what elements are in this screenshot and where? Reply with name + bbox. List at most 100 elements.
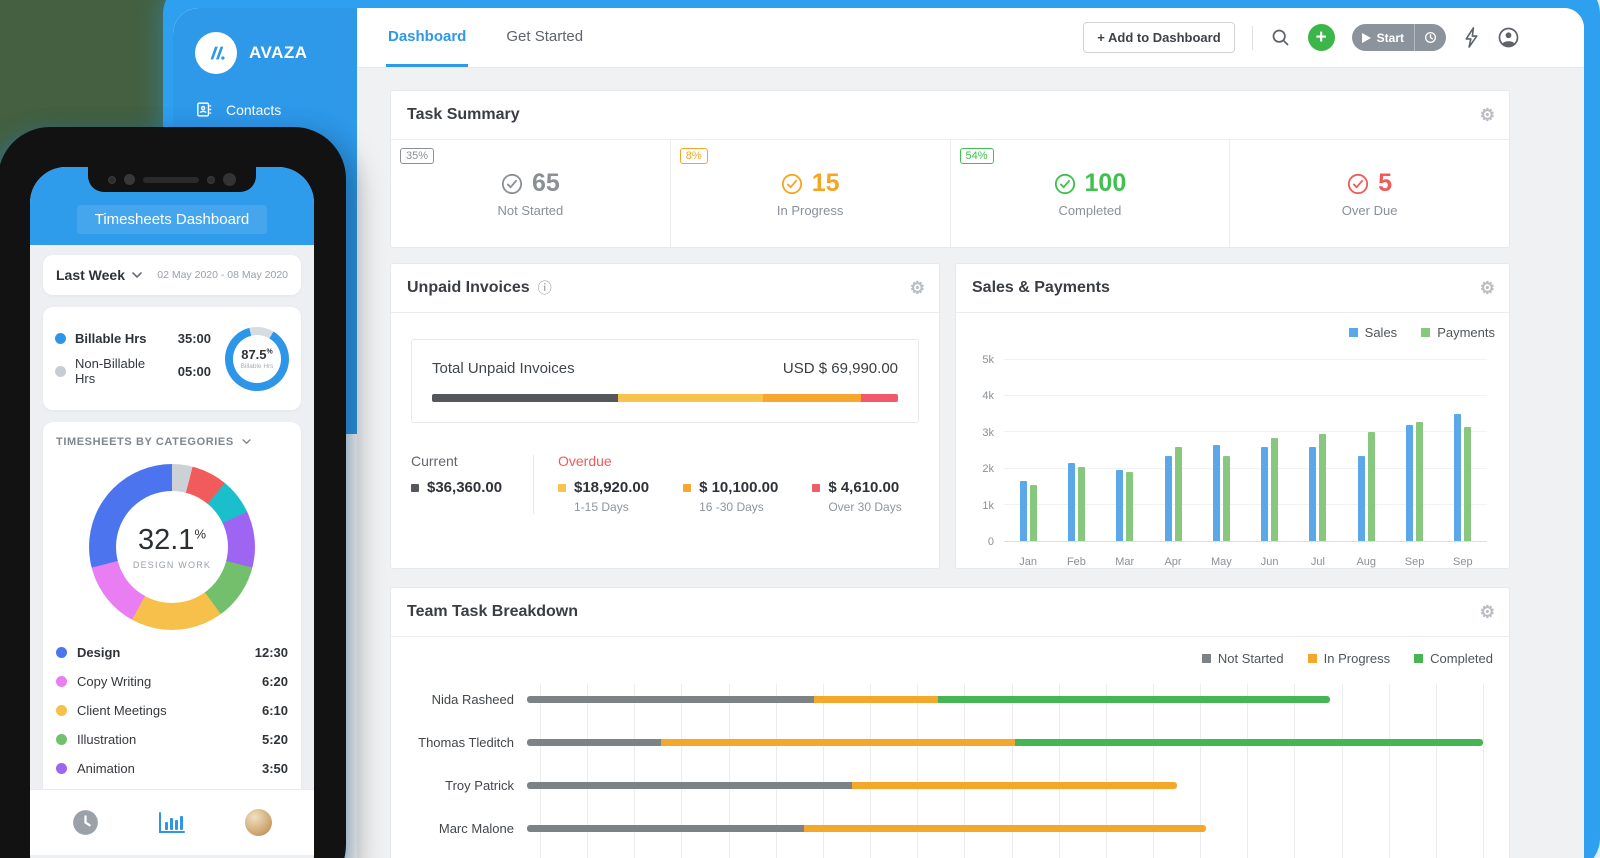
overdue-swatch [683,484,691,492]
x-axis-label: Jun [1245,556,1293,568]
hours-label: Billable Hrs [75,331,147,346]
cards-row: Unpaid Invoices ⓘ ⚙ Total Unpaid Invoice… [390,263,1584,569]
contacts-icon [195,101,212,118]
y-axis-label: 1k [970,500,994,512]
task-summary-item: 35%65Not Started [391,140,670,247]
team-member-name: Thomas Tleditch [407,735,527,750]
profile-tab-avatar[interactable] [245,809,272,836]
y-axis-label: 3k [970,427,994,439]
brand-name: AVAZA [249,43,308,63]
hours-rows: Billable Hrs35:00Non-Billable Hrs05:00 [55,321,225,396]
reports-tab-icon[interactable] [159,811,185,835]
sidebar-item-contacts[interactable]: Contacts [195,101,357,118]
unpaid-progress-bar [432,394,898,402]
unpaid-invoices-body: Total Unpaid Invoices USD $ 69,990.00 Cu… [391,313,939,514]
category-time: 12:30 [255,645,288,660]
task-count: 100 [1085,169,1127,198]
x-axis-labels: JanFebMarAprMayJunJulAugSepSep [1004,556,1487,568]
gear-icon[interactable]: ⚙ [1480,280,1495,297]
task-status-label: Not Started [497,203,563,218]
timer-start-segment[interactable]: Start [1352,31,1414,45]
category-time: 3:50 [262,761,288,776]
overdue-label: Overdue [558,453,919,469]
overdue-period: 16 -30 Days [699,500,778,514]
topbar-actions: + Add to Dashboard + Start [1083,8,1584,67]
team-row: Marc Malone [407,821,1493,836]
categories-header[interactable]: TIMESHEETS BY CATEGORIES [56,436,288,448]
add-to-dashboard-button[interactable]: + Add to Dashboard [1083,22,1234,53]
payments-bar [1030,485,1037,541]
card-header: Unpaid Invoices ⓘ ⚙ [391,264,939,313]
sales-bar [1213,445,1220,541]
billable-donut-label: Billable Hrs [241,363,274,370]
gear-icon[interactable]: ⚙ [910,280,925,297]
category-dot [56,734,67,745]
team-member-name: Marc Malone [407,821,527,836]
info-icon[interactable]: ⓘ [538,278,552,298]
billable-donut-chart: 87.5% Billable Hrs [225,327,289,391]
x-axis-label: Jul [1294,556,1342,568]
hours-card: Billable Hrs35:00Non-Billable Hrs05:00 8… [43,307,301,410]
bar-group [1439,360,1487,541]
search-icon[interactable] [1270,27,1291,48]
task-count-row: 15 [781,169,840,198]
user-profile-icon[interactable] [1497,26,1520,49]
payments-bar [1319,434,1326,541]
legend-swatch [1414,654,1423,663]
category-label: Copy Writing [77,674,151,689]
overdue-amount-row: $ 10,100.00 [683,479,778,496]
play-icon [1362,33,1371,43]
sales-legend: SalesPayments [970,325,1495,340]
task-summary-item: 54%100Completed [950,140,1230,247]
category-label: Animation [77,761,135,776]
current-amount: $36,360.00 [427,479,502,496]
quick-add-button[interactable]: + [1308,24,1335,51]
in-progress-segment [804,825,1206,832]
legend-item: Payments [1421,325,1495,340]
main-area: Dashboard Get Started + Add to Dashboard… [357,8,1584,858]
legend-swatch [1421,328,1430,337]
phone-mockup: Timesheets Dashboard Last Week 02 May 20… [0,127,346,858]
tab-get-started[interactable]: Get Started [504,8,585,67]
timer-clock-segment[interactable] [1415,31,1446,44]
divider [1252,26,1253,50]
task-count-row: 5 [1347,169,1392,198]
tab-dashboard[interactable]: Dashboard [386,8,468,67]
period-card: Last Week 02 May 2020 - 08 May 2020 [43,255,301,295]
gear-icon[interactable]: ⚙ [1480,604,1495,621]
task-status-label: Over Due [1342,203,1398,218]
invoice-bar-segment [763,394,861,402]
overdue-period: Over 30 Days [828,500,901,514]
timesheets-tab-icon[interactable] [72,809,99,836]
payments-bar [1078,467,1085,541]
overdue-item: $ 10,100.00 16 -30 Days [683,469,778,514]
percent-sign: % [194,526,206,541]
period-range: 02 May 2020 - 08 May 2020 [157,269,288,281]
activity-icon[interactable] [1463,27,1480,48]
team-task-bar [527,739,1483,746]
app-window-inner: AVAZA Contacts [173,8,1584,858]
overdue-amount-row: $ 4,610.00 [812,479,901,496]
timer-button[interactable]: Start [1352,24,1446,51]
overdue-swatch [558,484,566,492]
categories-center-label: DESIGN WORK [133,560,211,570]
not-started-segment [527,782,852,789]
task-count-row: 65 [501,169,560,198]
legend-item: Completed [1414,651,1493,666]
period-selector[interactable]: Last Week [56,267,142,283]
sales-bar [1406,425,1413,541]
total-unpaid-label: Total Unpaid Invoices [432,360,575,377]
overdue-amount-row: $18,920.00 [558,479,649,496]
team-task-bar [527,696,1330,703]
payments-bar [1223,456,1230,541]
x-axis-label: Sep [1439,556,1487,568]
task-summary-item: 5 Over Due [1229,140,1509,247]
team-member-name: Troy Patrick [407,778,527,793]
gear-icon[interactable]: ⚙ [1480,107,1495,124]
hours-value: 35:00 [178,331,225,346]
task-count: 5 [1378,169,1392,198]
team-breakdown-card: Team Task Breakdown ⚙ Not StartedIn Prog… [390,587,1510,858]
category-row: Animation 3:50 [56,754,288,783]
x-axis-label: Mar [1101,556,1149,568]
sales-bar-chart: 01k2k3k4k5kJanFebMarAprMayJunJulAugSepSe… [970,350,1495,568]
